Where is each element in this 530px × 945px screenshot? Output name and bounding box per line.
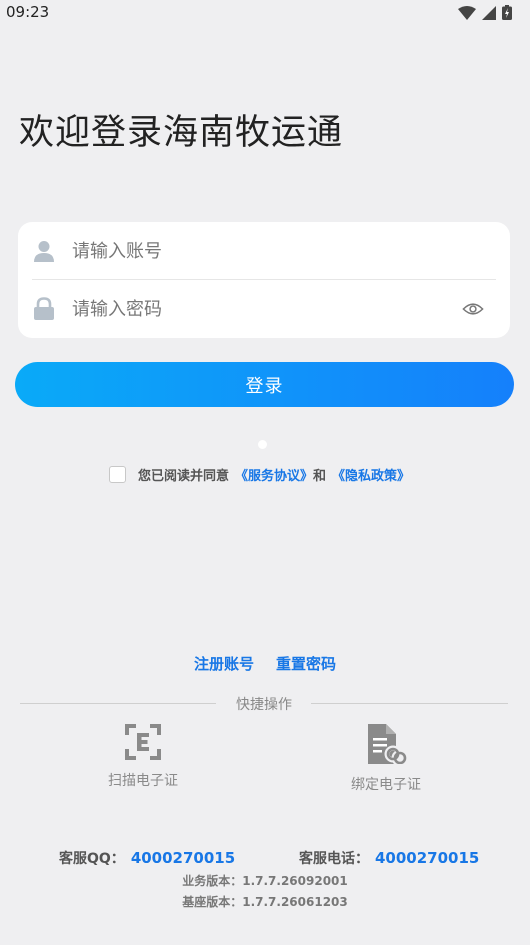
user-icon [34,240,54,262]
status-bar: 09:23 [0,0,530,26]
page-title: 欢迎登录海南牧运通 [19,113,344,153]
status-time: 09:23 [6,3,50,21]
quick-ops-label: 快捷操作 [236,697,292,713]
phone-contact: 客服电话： 4000270015 [299,848,479,868]
business-version: 业务版本：1.7.7.26092001 [182,874,348,888]
agreement-checkbox[interactable] [109,466,126,483]
qq-number[interactable]: 4000270015 [131,849,235,867]
qq-contact: 客服QQ： 4000270015 [59,848,235,868]
account-field [18,222,510,279]
quick-ops-divider: 快捷操作 [20,694,508,714]
scan-icon [125,724,161,760]
account-links: 注册账号 重置密码 [0,653,530,674]
bind-document-icon [368,724,408,764]
wifi-icon [458,5,476,20]
account-input[interactable] [70,235,444,267]
agreement-and: 和 [313,469,327,484]
login-button[interactable]: 登录 [15,362,514,407]
service-agreement-link[interactable]: 《服务协议》 [235,465,313,484]
register-link[interactable]: 注册账号 [194,653,254,674]
status-icons [458,5,512,20]
phone-number[interactable]: 4000270015 [375,849,479,867]
bind-certificate-label: 绑定电子证 [351,777,421,793]
lock-icon [34,296,54,320]
signal-icon [482,5,496,20]
base-version: 基座版本：1.7.7.26061203 [182,895,348,909]
reset-password-link[interactable]: 重置密码 [276,653,336,674]
scan-certificate-button[interactable]: 扫描电子证 [68,724,218,790]
page-indicator-dot [258,440,267,449]
password-input[interactable] [70,293,444,325]
eye-icon[interactable] [462,298,484,320]
scan-certificate-label: 扫描电子证 [108,773,178,789]
password-field [18,280,510,337]
login-form-card [18,222,510,338]
privacy-policy-link[interactable]: 《隐私政策》 [332,465,410,484]
agreement-row: 您已阅读并同意 《服务协议》 和 《隐私政策》 [109,465,410,484]
agreement-prefix: 您已阅读并同意 [138,469,230,484]
phone-label: 客服电话： [299,851,369,867]
bind-certificate-button[interactable]: 绑定电子证 [311,724,461,794]
battery-icon [502,5,512,20]
qq-label: 客服QQ： [59,851,125,867]
